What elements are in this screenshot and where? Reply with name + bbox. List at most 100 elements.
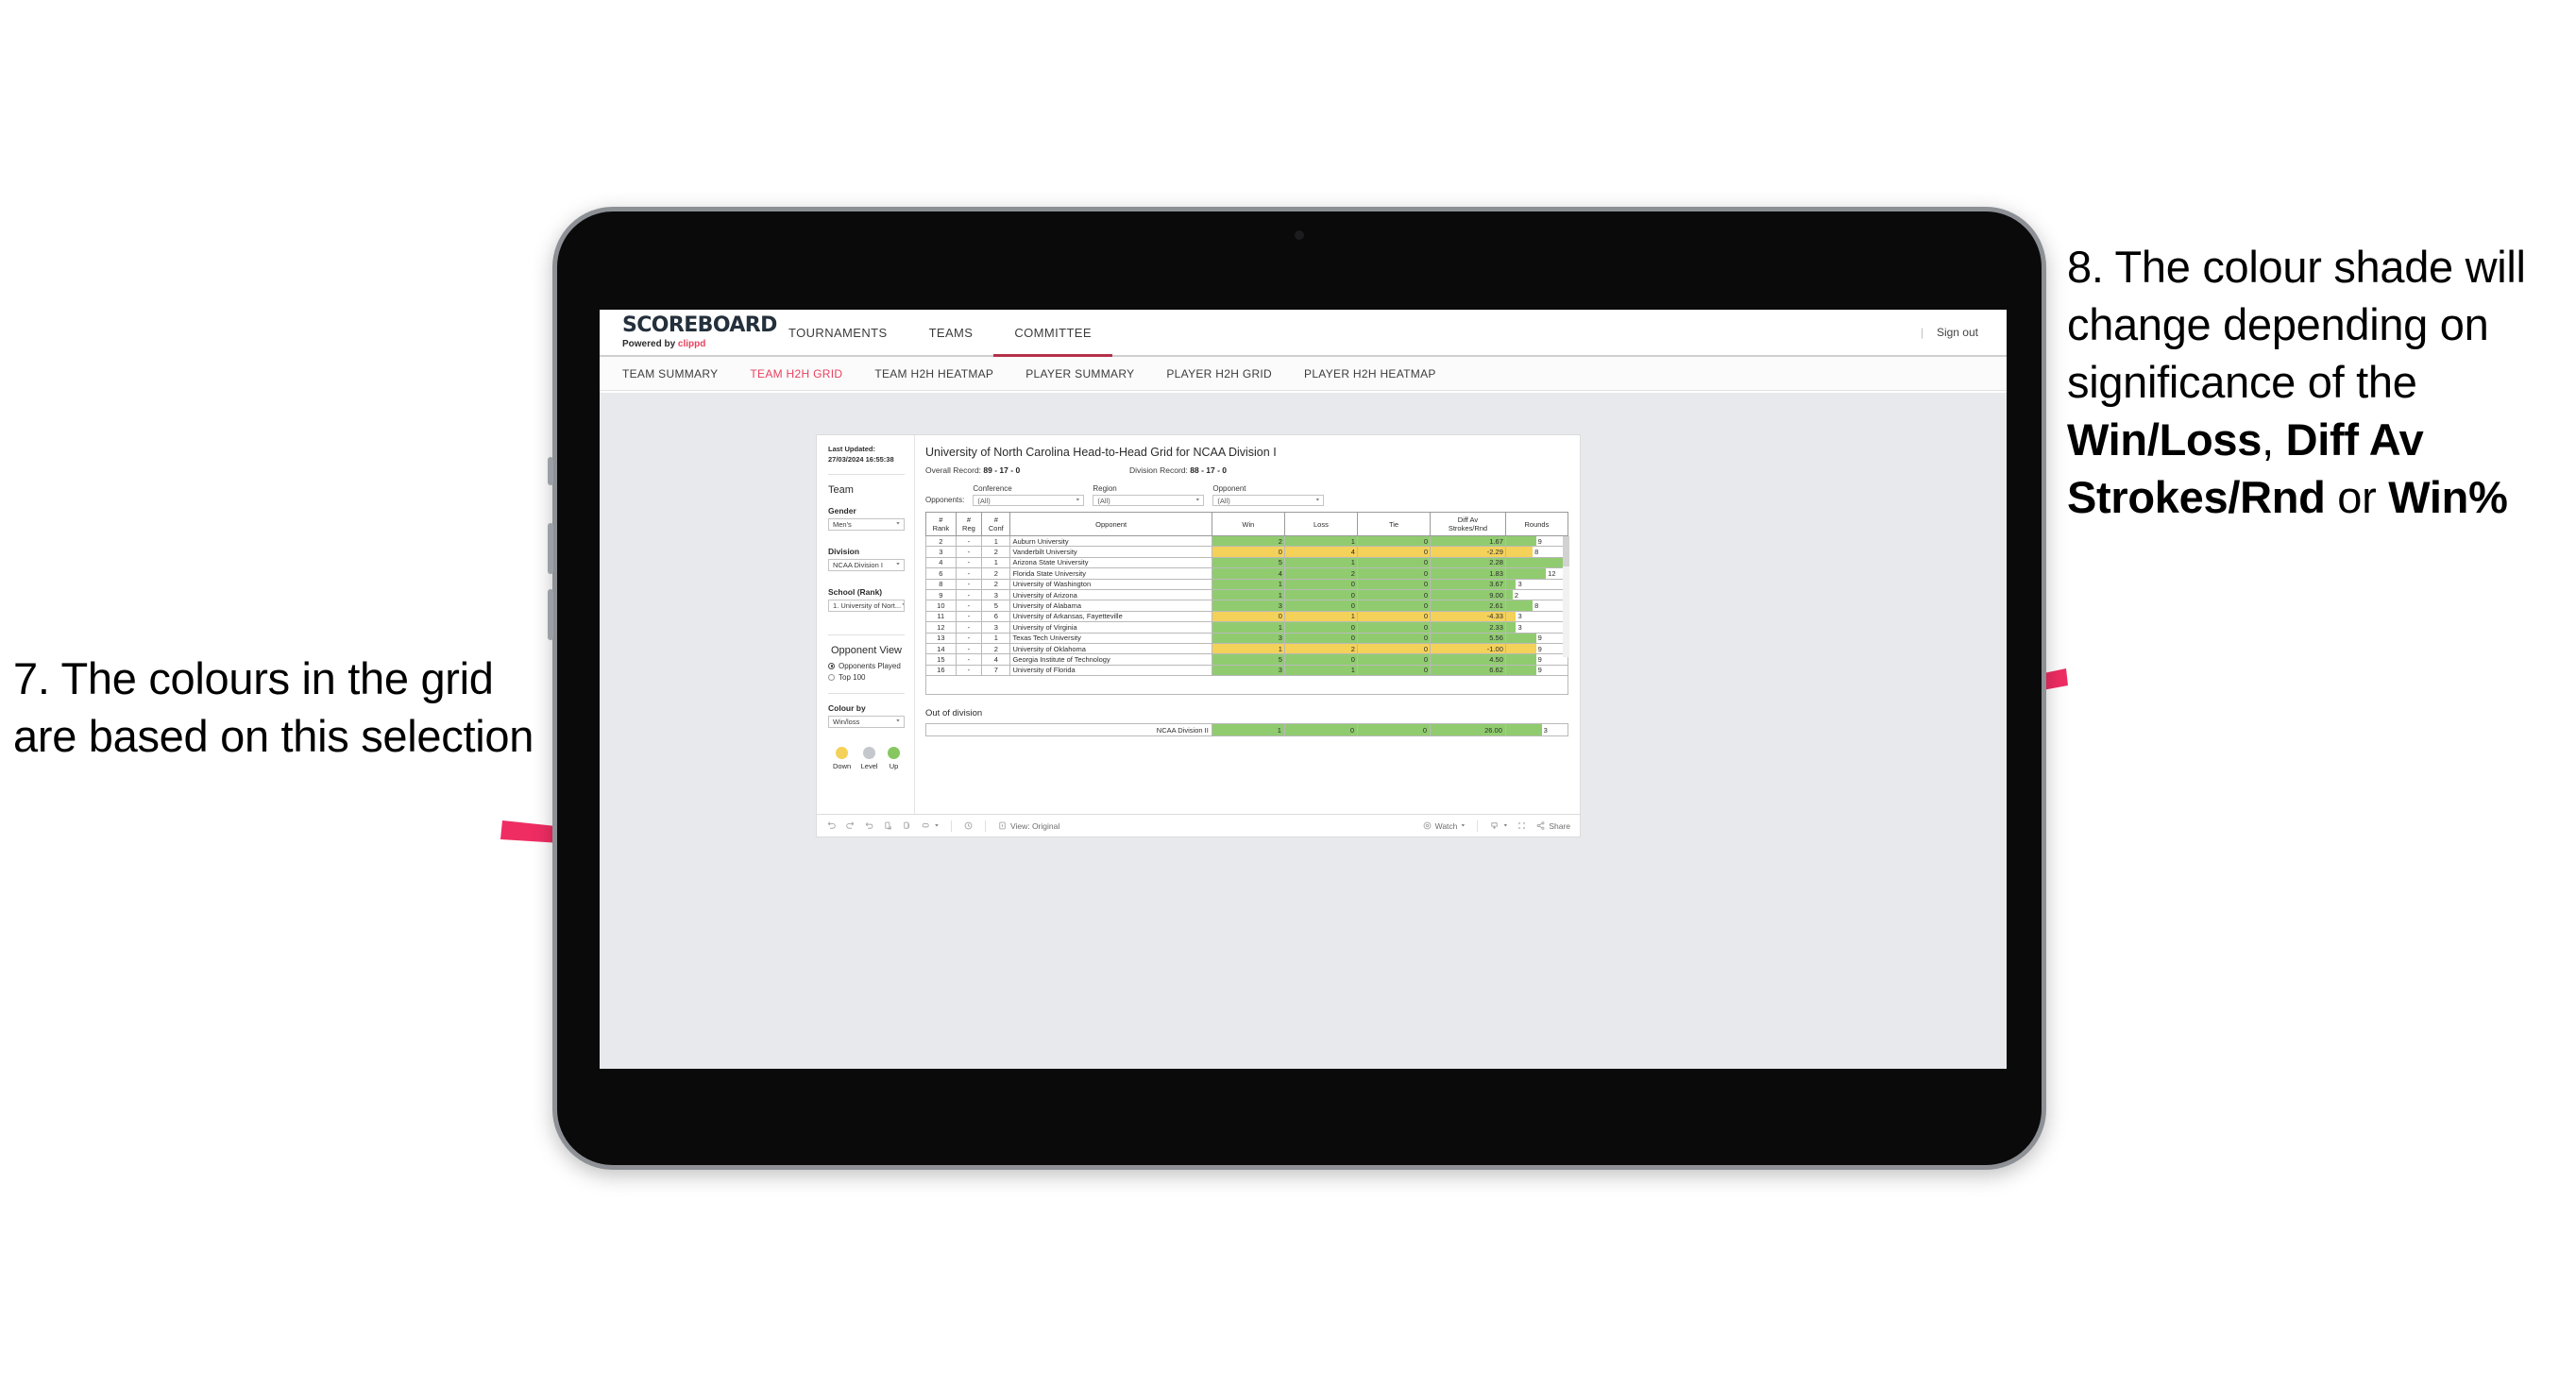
cell-reg: - <box>955 632 983 644</box>
table-scrollbar-thumb[interactable] <box>1563 536 1569 566</box>
table-scrollbar[interactable] <box>1563 536 1569 657</box>
table-row[interactable]: 14-2 University of Oklahoma 1 2 0 -1.00 9 <box>925 642 1569 655</box>
cell-rank: 8 <box>925 578 957 590</box>
refresh-icon[interactable] <box>883 820 893 831</box>
tab-team-h2h-grid[interactable]: TEAM H2H GRID <box>750 367 842 380</box>
cell-opponent: University of Arkansas, Fayetteville <box>1009 610 1212 623</box>
tab-player-h2h-heatmap[interactable]: PLAYER H2H HEATMAP <box>1304 367 1436 380</box>
cell-tie: 0 <box>1356 578 1432 590</box>
legend-item-level: Level <box>861 746 878 770</box>
school-label: School (Rank) <box>828 586 883 597</box>
table-row[interactable]: 12-3 University of Virginia 1 0 0 2.33 3 <box>925 621 1569 634</box>
sign-out-link[interactable]: Sign out <box>1937 326 1978 339</box>
pause-updates-icon[interactable] <box>902 820 912 831</box>
viz-title: University of North Carolina Head-to-Hea… <box>925 446 1277 459</box>
cell-tie: 0 <box>1356 664 1432 677</box>
device-button-mute[interactable] <box>548 457 553 485</box>
undo-icon[interactable] <box>826 820 837 831</box>
ood-opponent: NCAA Division II <box>925 723 1212 737</box>
rounds-value: 2 <box>1514 590 1519 600</box>
gender-select[interactable]: Men's ▼ <box>828 517 905 531</box>
download-icon[interactable]: ▼ <box>1489 820 1508 831</box>
table-row[interactable]: NCAA Division II 1 0 0 26.00 3 <box>925 723 1569 737</box>
chevron-down-icon: ▼ <box>1195 498 1201 503</box>
table-row[interactable]: 15-4 Georgia Institute of Technology 5 0 0 4.… <box>925 653 1569 666</box>
table-row[interactable]: 9-3 University of Arizona 1 0 0 9.00 2 <box>925 588 1569 601</box>
table-row[interactable]: 4-1Arizona State University5102.2817 <box>925 556 1569 569</box>
cell-conf: 5 <box>981 600 1011 612</box>
table-row[interactable]: 2-1 Auburn University 2 1 0 1.67 9 <box>925 534 1569 548</box>
col-rank[interactable]: # Rank <box>925 512 957 536</box>
device-button-volume-down[interactable] <box>548 589 553 640</box>
table-row[interactable]: 6-2 Florida State University 4 2 0 1.83 12 <box>925 567 1569 580</box>
table-row[interactable]: 13-1 Texas Tech University 3 0 0 5.56 9 <box>925 632 1569 644</box>
cell-loss: 1 <box>1283 534 1358 548</box>
tab-team-summary[interactable]: TEAM SUMMARY <box>622 367 718 380</box>
view-label: View: Original <box>1009 820 1060 831</box>
table-header-row: # Rank # Reg # Conf Opponent Win Loss Ti… <box>925 512 1569 536</box>
cell-tie: 0 <box>1356 588 1432 601</box>
opponent-filter-row: Opponents: Conference (All) ▼ Region (Al… <box>925 484 1568 506</box>
opponent-filter: Opponent (All) ▼ <box>1212 484 1325 506</box>
opponents-label: Opponents: <box>925 496 965 504</box>
powered-by-text: Powered by <box>622 339 678 349</box>
col-diff-av-strokes[interactable]: Diff Av Strokes/Rnd <box>1430 512 1506 536</box>
region-select[interactable]: (All) ▼ <box>1093 495 1205 506</box>
col-rounds[interactable]: Rounds <box>1504 512 1569 536</box>
table-row[interactable]: 3-2 Vanderbilt University 0 4 0 -2.29 8 <box>925 546 1569 558</box>
rounds-bar <box>1506 558 1563 567</box>
watch-button[interactable]: Watch ▼ <box>1422 820 1466 831</box>
division-select[interactable]: NCAA Division I ▼ <box>828 558 905 571</box>
last-updated: Last Updated: 27/03/2024 16:55:38 <box>828 445 905 465</box>
history-icon[interactable] <box>963 820 974 831</box>
opponent-view-heading: Opponent View <box>830 644 903 656</box>
opponent-select[interactable]: (All) ▼ <box>1212 495 1325 506</box>
highlight-icon[interactable]: ▼ <box>921 820 940 831</box>
top-nav-teams[interactable]: TEAMS <box>908 310 994 355</box>
chevron-down-icon: ▼ <box>1314 498 1321 503</box>
share-button[interactable]: Share <box>1535 820 1570 831</box>
fullscreen-icon[interactable] <box>1517 820 1527 831</box>
table-row[interactable]: 8-2 University of Washington 1 0 0 3.67 3 <box>925 578 1569 590</box>
radio-top-100[interactable]: Top 100 <box>828 673 905 682</box>
col-win[interactable]: Win <box>1211 512 1285 536</box>
chevron-down-icon: ▼ <box>1075 498 1081 503</box>
col-tie[interactable]: Tie <box>1356 512 1432 536</box>
col-reg[interactable]: # Reg <box>955 512 983 536</box>
device-button-volume-up[interactable] <box>548 523 553 574</box>
cell-conf: 1 <box>981 632 1011 644</box>
brand-logo[interactable]: SCOREBOARD Powered by clippd <box>600 310 777 355</box>
top-nav-tournaments[interactable]: TOURNAMENTS <box>768 310 908 355</box>
tab-player-h2h-grid[interactable]: PLAYER H2H GRID <box>1166 367 1272 380</box>
col-loss[interactable]: Loss <box>1283 512 1358 536</box>
cell-loss: 0 <box>1283 653 1358 666</box>
legend-item-down: Down <box>833 746 851 770</box>
conference-select[interactable]: (All) ▼ <box>973 495 1085 506</box>
col-conf[interactable]: # Conf <box>981 512 1011 536</box>
chevron-down-icon: ▼ <box>1502 823 1509 828</box>
tableau-toolbar: ▼ View: Original Watch ▼ ▼ Share <box>816 815 1581 837</box>
rounds-value: 9 <box>1537 634 1542 643</box>
cell-win: 0 <box>1211 546 1285 558</box>
rounds-value: 3 <box>1517 612 1522 621</box>
tab-team-h2h-heatmap[interactable]: TEAM H2H HEATMAP <box>874 367 993 380</box>
cell-opponent: Vanderbilt University <box>1009 546 1212 558</box>
revert-icon[interactable] <box>864 820 874 831</box>
cell-loss: 2 <box>1283 567 1358 580</box>
col-diff-l2: Strokes/Rnd <box>1448 524 1488 532</box>
colour-by-select[interactable]: Win/loss ▼ <box>828 715 905 728</box>
cell-rank: 16 <box>925 664 957 677</box>
tab-player-summary[interactable]: PLAYER SUMMARY <box>1025 367 1134 380</box>
cell-win: 4 <box>1211 567 1285 580</box>
view-original-button[interactable]: View: Original <box>997 820 1059 831</box>
school-select[interactable]: 1. University of Nort... ▼ <box>828 599 905 612</box>
redo-icon[interactable] <box>845 820 856 831</box>
table-row[interactable]: 10-5 University of Alabama 3 0 0 2.61 8 <box>925 600 1569 612</box>
top-nav-committee[interactable]: COMMITTEE <box>993 310 1112 357</box>
cell-tie: 0 <box>1356 534 1432 548</box>
radio-opponents-played[interactable]: Opponents Played <box>828 662 905 670</box>
table-row[interactable]: 16-7 University of Florida 3 1 0 6.62 9 <box>925 664 1569 677</box>
ipad-device-frame: SCOREBOARD Powered by clippd TOURNAMENTS… <box>548 207 2046 1170</box>
table-row[interactable]: 11-6 University of Arkansas, Fayetteville… <box>925 610 1569 623</box>
col-opponent[interactable]: Opponent <box>1009 512 1212 536</box>
